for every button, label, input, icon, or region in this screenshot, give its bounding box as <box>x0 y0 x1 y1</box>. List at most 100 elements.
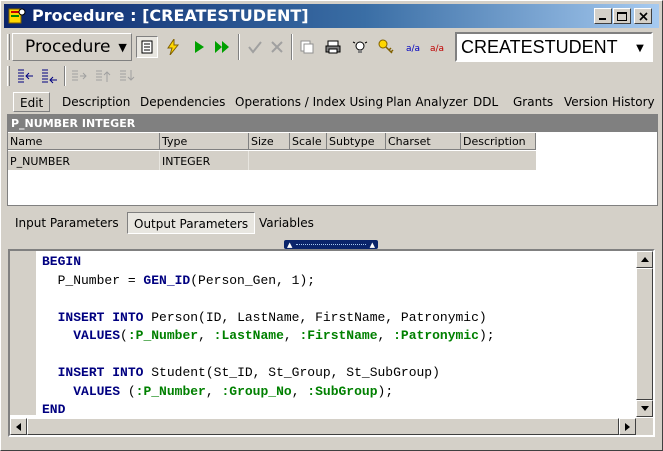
title-bar[interactable]: Procedure : [CREATESTUDENT] <box>4 4 659 28</box>
toolbar-separator <box>64 66 66 86</box>
insert-field-icon <box>42 69 57 84</box>
parameter-grid[interactable]: P_NUMBER INTEGER Name Type Size Scale Su… <box>7 114 658 206</box>
scroll-left-button[interactable] <box>10 418 27 435</box>
add-parameter-button[interactable] <box>14 66 36 86</box>
scroll-up-button[interactable] <box>636 251 653 268</box>
minimize-button[interactable] <box>594 8 612 24</box>
code-line[interactable]: VALUES (:P_Number, :Group_No, :SubGroup)… <box>42 383 495 402</box>
procedure-name-value: CREATESTUDENT <box>461 37 618 57</box>
copy-icon <box>300 40 314 54</box>
toolbar-grip[interactable] <box>7 66 10 86</box>
code-line[interactable] <box>42 290 495 309</box>
tab-label: Input Parameters <box>15 216 119 230</box>
add-field-icon <box>18 69 33 83</box>
svg-text:a/a: a/a <box>430 44 444 53</box>
key-button[interactable] <box>375 36 397 58</box>
move-down-icon <box>120 70 135 81</box>
tab-label: Output Parameters <box>134 217 249 231</box>
lazy-mode-button[interactable] <box>136 36 158 58</box>
arrow-left-icon <box>16 422 21 431</box>
tab-version-history[interactable]: Version History <box>564 92 655 112</box>
code-line[interactable]: P_Number = GEN_ID(Person_Gen, 1); <box>42 272 495 291</box>
move-up-icon <box>96 70 111 82</box>
unformat-button[interactable]: a/a <box>428 36 450 58</box>
column-header[interactable]: Subtype <box>327 133 386 150</box>
procedure-name-combo[interactable]: CREATESTUDENT ▼ <box>455 32 653 62</box>
scroll-right-button[interactable] <box>619 418 636 435</box>
arrow-up-icon <box>640 257 649 262</box>
commit-button[interactable] <box>244 36 266 58</box>
tab-label: Dependencies <box>140 95 226 109</box>
maximize-button[interactable] <box>613 8 631 24</box>
document-list-icon <box>141 40 153 54</box>
procedure-app-icon <box>8 7 26 25</box>
panel-splitter[interactable]: ▲ ▲ <box>284 240 378 249</box>
run-step-button[interactable] <box>211 36 233 58</box>
code-line[interactable]: END <box>42 401 495 420</box>
maximize-icon <box>617 11 627 21</box>
code-line[interactable]: VALUES(:P_Number, :LastName, :FirstName,… <box>42 327 494 346</box>
column-header[interactable]: Description <box>461 133 536 150</box>
cell-type[interactable]: INTEGER <box>160 151 249 170</box>
code-line[interactable]: BEGIN <box>42 253 495 272</box>
column-header[interactable]: Size <box>249 133 290 150</box>
minimize-icon <box>599 18 606 20</box>
editor-gutter <box>10 251 36 415</box>
tab-ddl[interactable]: DDL <box>473 92 498 112</box>
chevron-down-icon[interactable]: ▼ <box>631 38 649 58</box>
scroll-down-button[interactable] <box>636 400 653 417</box>
tab-dependencies[interactable]: Dependencies <box>140 92 225 112</box>
tab-grants[interactable]: Grants <box>513 92 553 112</box>
cell-name[interactable]: P_NUMBER <box>8 151 160 170</box>
code-line[interactable]: INSERT INTO Person(ID, LastName, FirstNa… <box>42 309 495 328</box>
debug-button[interactable] <box>349 36 371 58</box>
printer-icon <box>325 40 341 54</box>
vertical-scroll-thumb[interactable] <box>636 268 653 400</box>
delete-parameter-button[interactable] <box>68 66 90 86</box>
run-button[interactable] <box>188 36 210 58</box>
tab-input-parameters[interactable]: Input Parameters <box>9 212 125 234</box>
column-header[interactable]: Charset <box>386 133 461 150</box>
arrow-down-icon <box>640 406 649 411</box>
sql-code[interactable]: BEGIN P_Number = GEN_ID(Person_Gen, 1); … <box>42 253 495 420</box>
lightning-icon <box>167 39 180 55</box>
code-line[interactable] <box>42 346 495 365</box>
code-line[interactable]: INSERT INTO Student(St_ID, St_Group, St_… <box>42 364 495 383</box>
checkmark-icon <box>248 41 262 54</box>
triangle-up-icon: ▲ <box>369 240 375 249</box>
horizontal-scrollbar[interactable] <box>10 418 636 435</box>
chevron-down-icon: ▼ <box>118 40 127 54</box>
tab-label: Version History <box>564 95 655 109</box>
close-button[interactable] <box>634 8 652 24</box>
tab-description[interactable]: Description <box>62 92 130 112</box>
format-button[interactable]: a/a <box>404 36 426 58</box>
sql-editor[interactable]: BEGIN P_Number = GEN_ID(Person_Gen, 1); … <box>8 249 655 437</box>
svg-text:a/a: a/a <box>406 44 420 53</box>
procedure-menu-button[interactable]: Procedure ▼ <box>12 33 132 61</box>
column-header[interactable]: Name <box>8 133 160 150</box>
tab-edit[interactable]: Edit <box>13 92 51 112</box>
toolbar-grip[interactable] <box>7 34 10 60</box>
cross-icon <box>271 41 283 53</box>
tab-operations-index-using[interactable]: Operations / Index Using <box>235 92 383 112</box>
tab-plan-analyzer[interactable]: Plan Analyzer <box>386 92 468 112</box>
arrow-right-icon <box>625 422 630 431</box>
horizontal-scroll-thumb[interactable] <box>27 418 619 435</box>
tab-variables[interactable]: Variables <box>253 212 320 234</box>
procedure-window: Procedure : [CREATESTUDENT] Procedure ▼ <box>0 0 663 451</box>
close-icon <box>638 11 648 21</box>
rollback-button[interactable] <box>266 36 288 58</box>
window-title: Procedure : [CREATESTUDENT] <box>32 6 309 25</box>
tab-output-parameters[interactable]: Output Parameters <box>127 212 256 234</box>
column-header[interactable]: Scale <box>290 133 327 150</box>
table-row[interactable]: P_NUMBER INTEGER <box>8 151 536 170</box>
copy-button[interactable] <box>296 36 318 58</box>
vertical-scrollbar[interactable] <box>636 251 653 417</box>
insert-parameter-button[interactable] <box>38 66 60 86</box>
play-icon <box>195 41 204 53</box>
column-header[interactable]: Type <box>160 133 249 150</box>
print-button[interactable] <box>322 36 344 58</box>
compile-button[interactable] <box>162 36 184 58</box>
move-up-button[interactable] <box>92 66 114 86</box>
move-down-button[interactable] <box>116 66 138 86</box>
